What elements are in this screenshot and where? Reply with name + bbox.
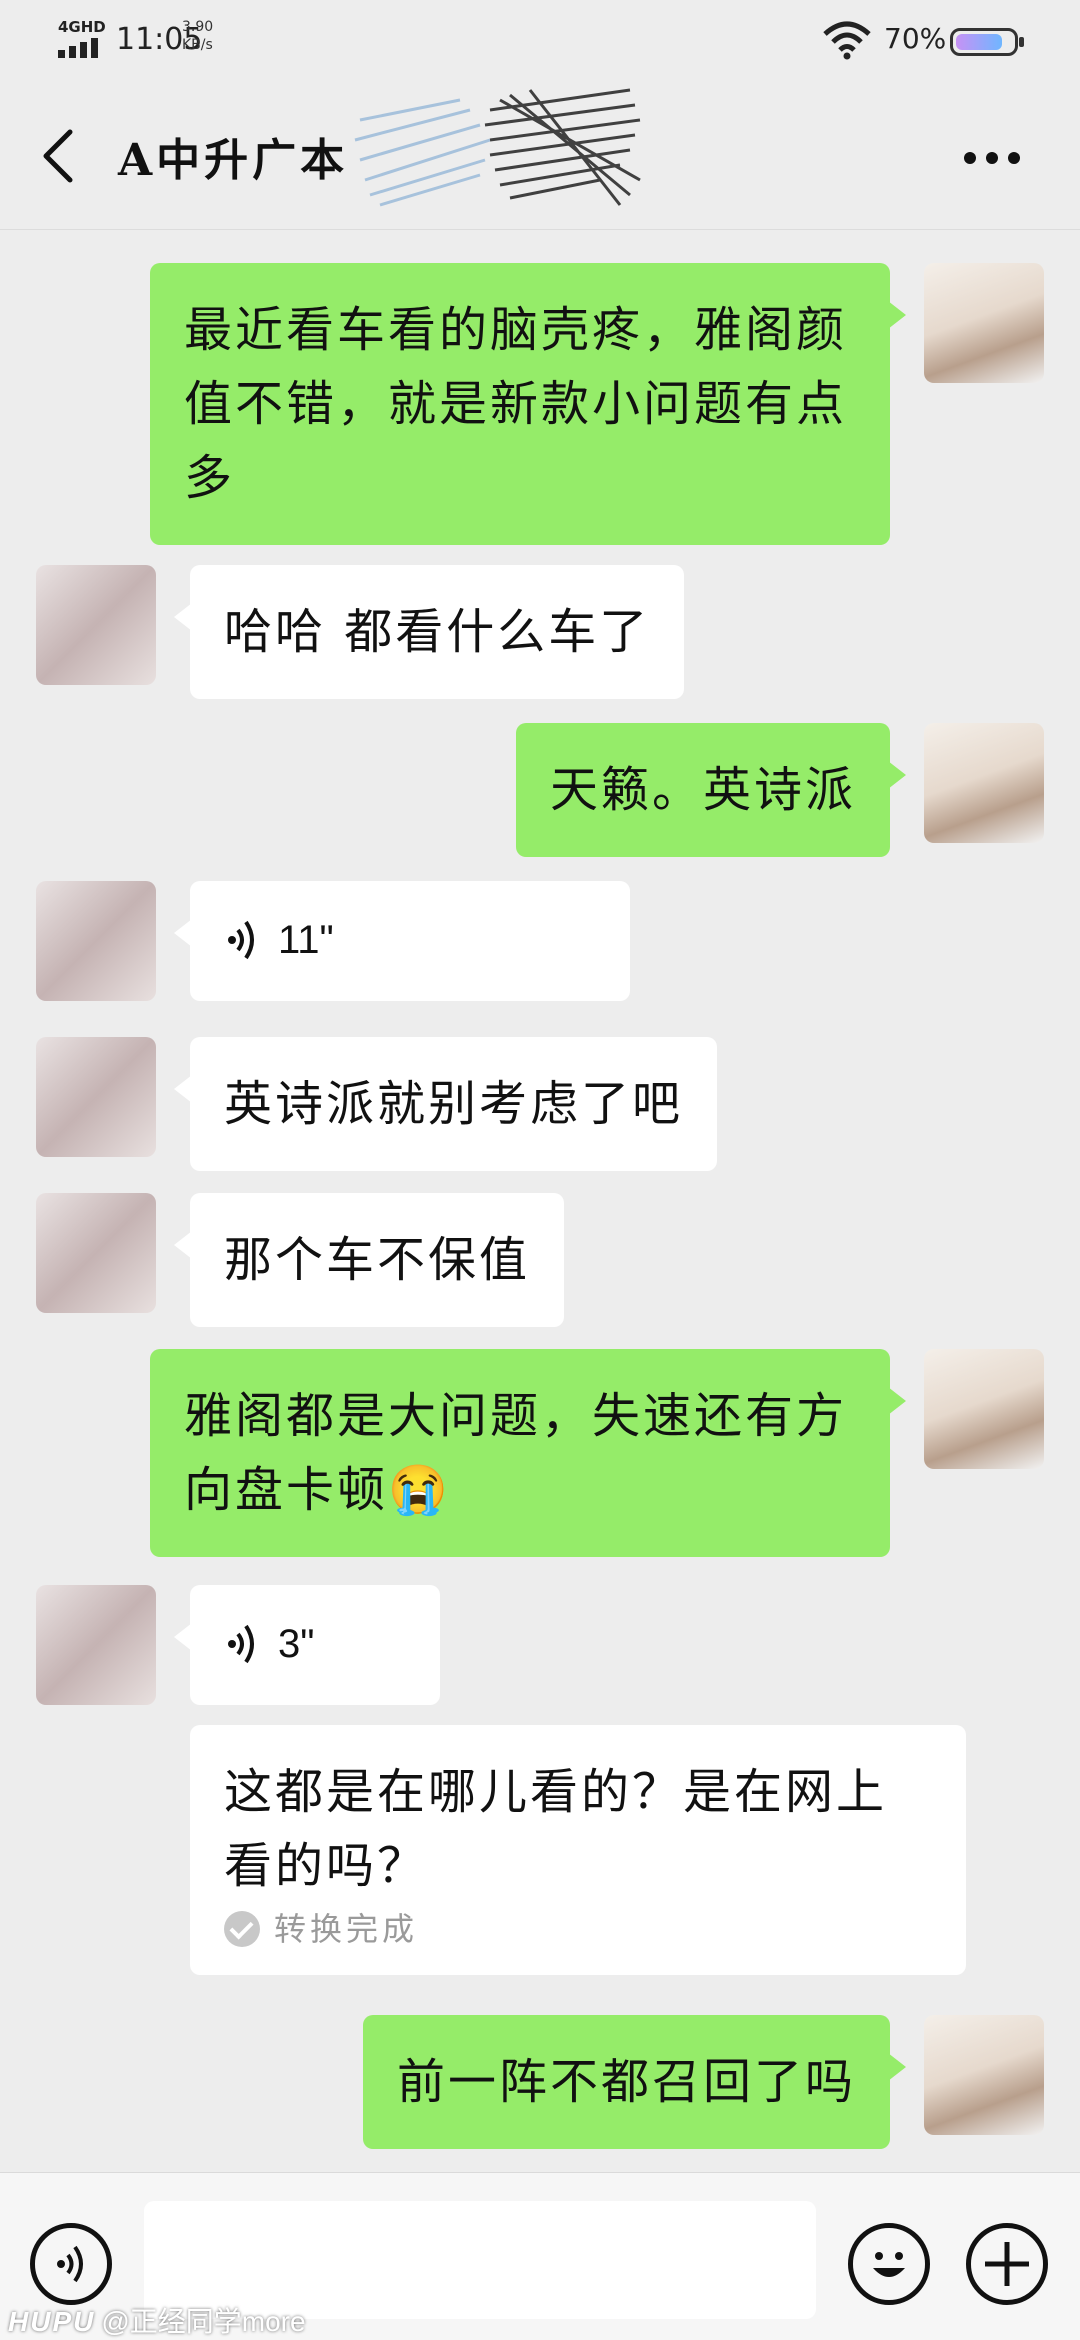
more-options-icon[interactable] (964, 152, 1024, 166)
contact-avatar[interactable] (36, 1193, 156, 1313)
voice-duration: 3" (278, 1622, 315, 1666)
network-type: 4GHD (58, 18, 106, 36)
voice-duration: 11" (278, 918, 334, 962)
message-text: 哈哈 都看什么车了 (224, 604, 651, 660)
my-avatar[interactable] (924, 723, 1044, 843)
voice-icon (57, 2245, 83, 2283)
message-list[interactable]: 最近看车看的脑壳疼，雅阁颜值不错，就是新款小问题有点多 哈哈 都看什么车了 天籁… (0, 231, 1080, 2171)
message-bubble-outgoing[interactable]: 天籁。英诗派 (515, 723, 907, 857)
message-bubble-incoming[interactable]: 那个车不保值 (173, 1193, 565, 1327)
back-arrow-icon[interactable] (36, 126, 86, 186)
battery-percent: 70% (884, 22, 947, 55)
contact-avatar[interactable] (36, 881, 156, 1001)
network-speed: 3.90 KB/s (182, 19, 214, 53)
message-text: 英诗派就别考虑了吧 (224, 1076, 684, 1132)
signal-icon (58, 36, 104, 58)
message-text: 那个车不保值 (224, 1232, 531, 1288)
voice-wave-icon (228, 920, 254, 960)
watermark-handle: @正经同学more (101, 2306, 306, 2337)
transcript-text: 这都是在哪儿看的？是在网上看的吗？ (224, 1764, 888, 1894)
message-bubble-incoming[interactable]: 英诗派就别考虑了吧 (173, 1037, 718, 1171)
watermark-brand: HUPU (8, 2306, 96, 2337)
voice-message-bubble[interactable]: 11" (174, 881, 630, 1001)
my-avatar[interactable] (924, 2015, 1044, 2135)
message-bubble-outgoing[interactable]: 雅阁都是大问题，失速还有方向盘卡顿😭 (150, 1349, 906, 1557)
contact-avatar[interactable] (36, 1037, 156, 1157)
message-bubble-outgoing[interactable]: 最近看车看的脑壳疼，雅阁颜值不错，就是新款小问题有点多 (150, 263, 906, 545)
my-avatar[interactable] (924, 1349, 1044, 1469)
message-text: 前一阵不都召回了吗 (396, 2054, 856, 2110)
my-avatar[interactable] (924, 263, 1044, 383)
emoji-button[interactable] (848, 2223, 930, 2305)
message-text: 雅阁都是大问题，失速还有方向盘卡顿😭 (184, 1388, 848, 1518)
voice-input-button[interactable] (30, 2223, 112, 2305)
message-bubble-incoming[interactable]: 哈哈 都看什么车了 (173, 565, 685, 699)
more-functions-button[interactable] (966, 2223, 1048, 2305)
status-bar: 4GHD 11:05 3.90 KB/s 70% (0, 0, 1080, 80)
message-text: 最近看车看的脑壳疼，雅阁颜值不错，就是新款小问题有点多 (184, 302, 848, 506)
message-text: 天籁。英诗派 (549, 762, 856, 818)
contact-avatar[interactable] (36, 1585, 156, 1705)
voice-transcript-bubble[interactable]: 这都是在哪儿看的？是在网上看的吗？ 转换完成 (190, 1725, 966, 1975)
battery-icon (950, 28, 1024, 56)
contact-avatar[interactable] (36, 565, 156, 685)
voice-wave-icon (228, 1624, 254, 1664)
check-icon (224, 1911, 260, 1947)
wifi-icon (823, 21, 871, 60)
transcript-status-label: 转换完成 (274, 1910, 419, 1948)
redaction-scribble (354, 88, 641, 207)
voice-message-bubble[interactable]: 3" (174, 1585, 440, 1705)
transcript-status: 转换完成 (224, 1909, 932, 1949)
smiley-icon (873, 2252, 905, 2277)
watermark: HUPU @正经同学more (8, 2300, 306, 2340)
chat-header: A中升广本 (0, 80, 1080, 230)
chat-title: A中升广本 (118, 135, 349, 186)
message-bubble-outgoing[interactable]: 前一阵不都召回了吗 (362, 2015, 907, 2149)
